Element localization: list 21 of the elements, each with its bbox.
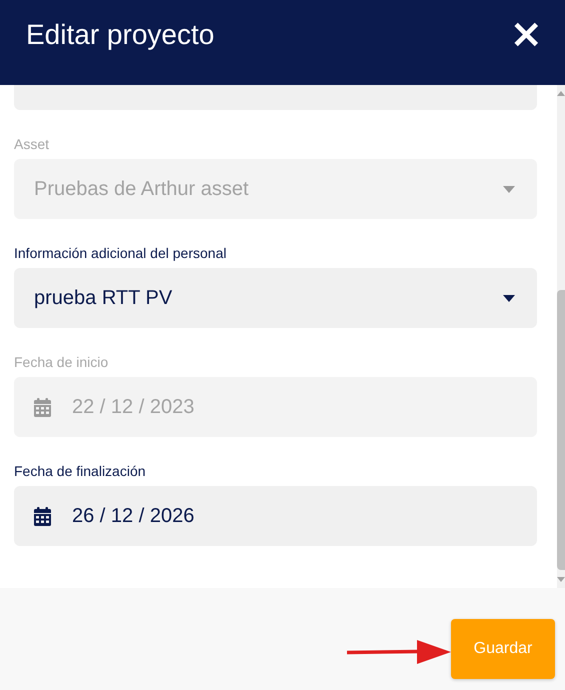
field-label: Asset (14, 136, 50, 152)
field-value: 22 / 12 / 2023 (72, 396, 194, 418)
field-value: 26 / 12 / 2026 (72, 504, 194, 528)
field-label: Fecha de inicio (14, 354, 110, 370)
calendar-icon (34, 506, 51, 526)
caret-icon (503, 294, 515, 302)
field-label: Información adicional del personal (14, 245, 228, 261)
scroll-down-icon[interactable] (557, 577, 565, 582)
field-value: Pruebas de Arthur asset (34, 178, 249, 200)
field-value: prueba RTT PV (34, 286, 172, 310)
date-field[interactable]: 26 / 12 / 2026 (14, 486, 537, 546)
field-label: Fecha de finalización (14, 463, 147, 479)
scrollbar[interactable] (557, 85, 565, 588)
dialog-title: Editar proyecto (26, 18, 216, 50)
scroll-up-icon[interactable] (557, 91, 565, 96)
calendar-icon (34, 398, 51, 416)
dropdown-field[interactable] (14, 85, 537, 110)
close-button[interactable]: × (509, 14, 543, 54)
caret-icon (503, 186, 515, 192)
scroll-thumb[interactable] (557, 290, 565, 570)
dropdown-field[interactable]: prueba RTT PV (14, 268, 537, 328)
